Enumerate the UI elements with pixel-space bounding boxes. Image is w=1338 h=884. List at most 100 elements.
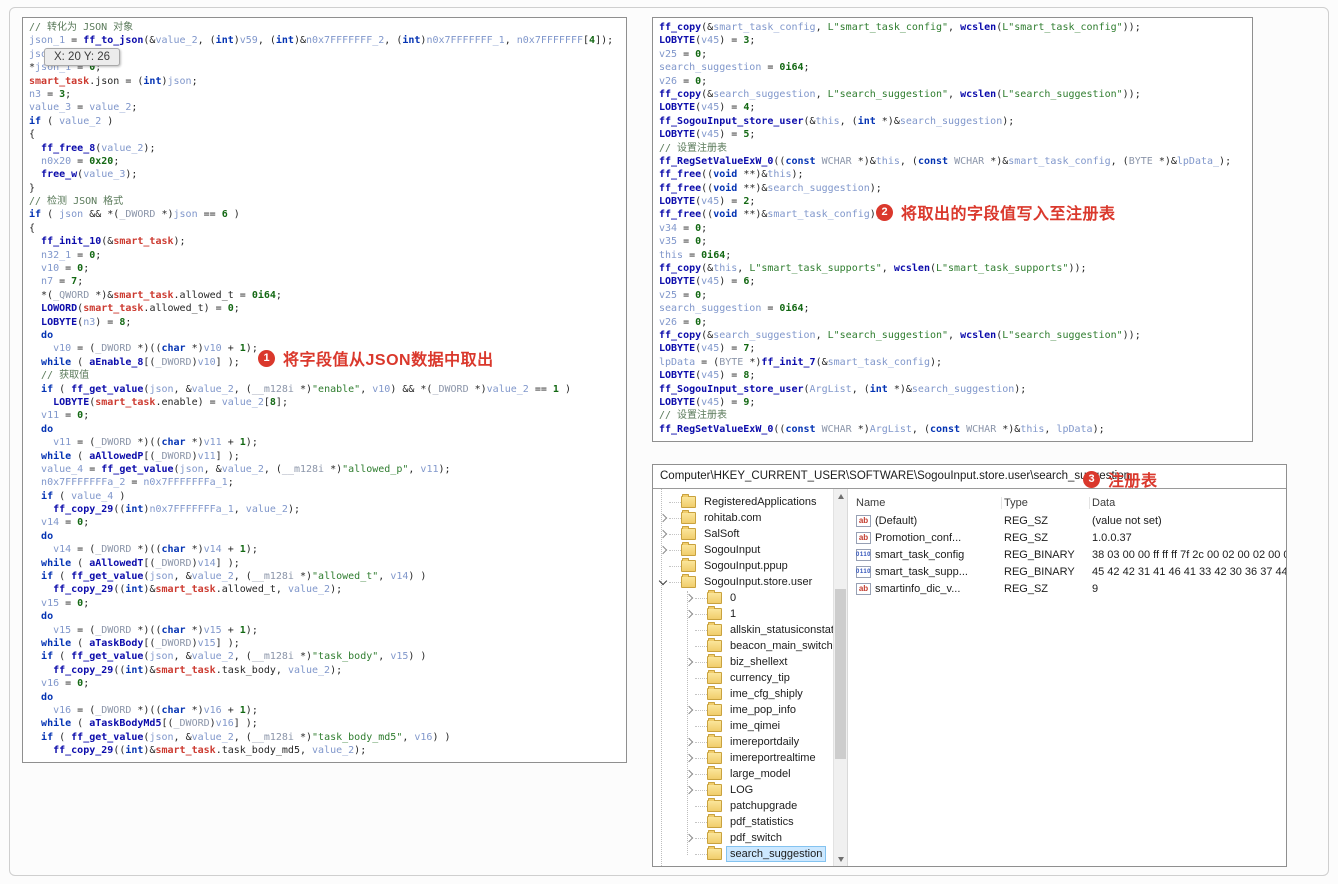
- scrollbar-thumb[interactable]: [835, 589, 846, 759]
- tree-item-pdf_statistics[interactable]: pdf_statistics: [653, 814, 833, 830]
- tree-item-label[interactable]: rohitab.com: [701, 511, 764, 525]
- tree-connector: [695, 613, 707, 615]
- chevron-right-icon[interactable]: [683, 609, 695, 619]
- tree-item-ime_cfg_shiply[interactable]: ime_cfg_shiply: [653, 686, 833, 702]
- tree-item-SogouInput[interactable]: SogouInput: [653, 542, 833, 558]
- tree-item-large_model[interactable]: large_model: [653, 766, 833, 782]
- tree-item-LOG[interactable]: LOG: [653, 782, 833, 798]
- reg-string-icon: ab: [856, 582, 871, 595]
- tree-item-label[interactable]: imereportdaily: [727, 735, 802, 749]
- tree-item-SalSoft[interactable]: SalSoft: [653, 526, 833, 542]
- tree-item-label[interactable]: large_model: [727, 767, 794, 781]
- tree-item-label[interactable]: SogouInput.ppup: [701, 559, 791, 573]
- tree-connector: [695, 741, 707, 743]
- tree-item-label[interactable]: 1: [727, 607, 739, 621]
- tree-item-label[interactable]: ime_cfg_shiply: [727, 687, 806, 701]
- registry-value-row[interactable]: ab Promotion_conf... REG_SZ 1.0.0.37: [856, 529, 1286, 546]
- chevron-right-icon[interactable]: [683, 769, 695, 779]
- tree-item-label[interactable]: RegisteredApplications: [701, 495, 820, 509]
- chevron-down-icon[interactable]: [657, 576, 669, 586]
- tree-item-imereportrealtime[interactable]: imereportrealtime: [653, 750, 833, 766]
- annotation-2-text: 将取出的字段值写入至注册表: [901, 206, 1116, 223]
- code-line: n32_1 = 0;: [41, 249, 102, 261]
- code-line: if ( ff_get_value(json, &value_2, (__m12…: [41, 383, 571, 395]
- tree-item-ime_pop_info[interactable]: ime_pop_info: [653, 702, 833, 718]
- registry-value-row[interactable]: 0110 smart_task_supp... REG_BINARY 45 42 42…: [856, 563, 1286, 580]
- tree-item-pdf_switch[interactable]: pdf_switch: [653, 830, 833, 846]
- pseudocode-view-right[interactable]: ff_copy(&smart_task_config, L"smart_task…: [653, 18, 1252, 441]
- tree-item-label[interactable]: currency_tip: [727, 671, 793, 685]
- tree-item-label[interactable]: SogouInput.store.user: [701, 575, 815, 589]
- tree-item-label[interactable]: imereportrealtime: [727, 751, 819, 765]
- chevron-right-icon[interactable]: [683, 593, 695, 603]
- tree-item-label[interactable]: patchupgrade: [727, 799, 800, 813]
- tree-item-label[interactable]: SogouInput: [701, 543, 763, 557]
- code-line: if ( value_2 ): [29, 115, 114, 127]
- tree-item-label[interactable]: pdf_switch: [727, 831, 785, 845]
- tree-item-label[interactable]: search_suggestion: [725, 846, 827, 862]
- registry-value-row[interactable]: 0110 smart_task_config REG_BINARY 38 03 00 …: [856, 546, 1286, 563]
- tree-item-label[interactable]: allskin_statusiconstatis: [727, 623, 833, 637]
- tree-item-label[interactable]: pdf_statistics: [727, 815, 797, 829]
- tree-item-RegisteredApplications[interactable]: RegisteredApplications: [653, 494, 833, 510]
- tree-item-1[interactable]: 1: [653, 606, 833, 622]
- tree-item-label[interactable]: ime_qimei: [727, 719, 783, 733]
- code-line: lpData = (BYTE *)ff_init_7(&smart_task_c…: [659, 356, 943, 368]
- tree-item-patchupgrade[interactable]: patchupgrade: [653, 798, 833, 814]
- code-line: // 设置注册表: [659, 142, 728, 154]
- tree-item-allskin_statusiconstatis[interactable]: allskin_statusiconstatis: [653, 622, 833, 638]
- tree-item-ime_qimei[interactable]: ime_qimei: [653, 718, 833, 734]
- value-type: REG_SZ: [1004, 531, 1049, 544]
- code-line: {: [29, 222, 36, 234]
- scroll-up-arrow-icon[interactable]: [834, 489, 847, 503]
- decompiler-panel-registry-write: ff_copy(&smart_task_config, L"smart_task…: [652, 17, 1253, 442]
- column-header-name[interactable]: Name: [856, 496, 1002, 509]
- tree-item-search_suggestion[interactable]: search_suggestion: [653, 846, 833, 862]
- column-header-data[interactable]: Data: [1090, 497, 1286, 509]
- tree-item-biz_shellext[interactable]: biz_shellext: [653, 654, 833, 670]
- chevron-right-icon[interactable]: [683, 737, 695, 747]
- reg-string-icon: ab: [856, 531, 871, 544]
- column-header-type[interactable]: Type: [1002, 496, 1090, 509]
- annotation-3-text: 注册表: [1108, 473, 1158, 490]
- tree-item-label[interactable]: SalSoft: [701, 527, 742, 541]
- chevron-right-icon[interactable]: [657, 545, 669, 555]
- value-data: (value not set): [1092, 514, 1162, 527]
- chevron-right-icon[interactable]: [683, 657, 695, 667]
- tree-item-label[interactable]: 0: [727, 591, 739, 605]
- tree-item-SogouInput.ppup[interactable]: SogouInput.ppup: [653, 558, 833, 574]
- pseudocode-view-left[interactable]: // 转化为 JSON 对象 json_1 = ff_to_json(&value…: [23, 18, 626, 762]
- value-name: Promotion_conf...: [875, 531, 962, 544]
- folder-icon: [707, 606, 722, 620]
- tree-item-SogouInput.store.user[interactable]: SogouInput.store.user: [653, 574, 833, 590]
- code-line: while ( aTaskBody[(_DWORD)v15] );: [41, 637, 240, 649]
- tree-item-label[interactable]: biz_shellext: [727, 655, 790, 669]
- scroll-down-arrow-icon[interactable]: [834, 852, 847, 866]
- tree-item-currency_tip[interactable]: currency_tip: [653, 670, 833, 686]
- tree-item-rohitab.com[interactable]: rohitab.com: [653, 510, 833, 526]
- tree-item-label[interactable]: beacon_main_switch: [727, 639, 833, 653]
- tree-item-beacon_main_switch[interactable]: beacon_main_switch: [653, 638, 833, 654]
- registry-address-bar[interactable]: Computer\HKEY_CURRENT_USER\SOFTWARE\Sogo…: [653, 465, 1286, 489]
- chevron-right-icon[interactable]: [657, 529, 669, 539]
- code-line: ff_copy(&smart_task_config, L"smart_task…: [659, 22, 1141, 33]
- code-line: ff_copy_29((int)&smart_task.allowed_t, v…: [53, 584, 343, 596]
- folder-icon: [681, 526, 696, 540]
- tree-item-label[interactable]: LOG: [727, 783, 756, 797]
- tree-connector: [695, 821, 707, 823]
- chevron-right-icon[interactable]: [657, 513, 669, 523]
- value-name: smart_task_supp...: [875, 565, 968, 578]
- code-line: smart_task.json = (int)json;: [29, 75, 198, 87]
- tree-item-label[interactable]: ime_pop_info: [727, 703, 799, 717]
- code-line: LOBYTE(smart_task.enable) = value_2[8];: [53, 396, 288, 408]
- tree-item-0[interactable]: 0: [653, 590, 833, 606]
- chevron-right-icon[interactable]: [683, 785, 695, 795]
- tree-scrollbar[interactable]: [833, 489, 847, 866]
- code-line: v11 = (_DWORD *)((char *)v11 + 1);: [53, 437, 258, 449]
- tree-item-imereportdaily[interactable]: imereportdaily: [653, 734, 833, 750]
- chevron-right-icon[interactable]: [683, 833, 695, 843]
- registry-value-row[interactable]: ab smartinfo_dic_v... REG_SZ 9: [856, 580, 1286, 597]
- registry-value-row[interactable]: ab (Default) REG_SZ (value not set): [856, 512, 1286, 529]
- chevron-right-icon[interactable]: [683, 753, 695, 763]
- chevron-right-icon[interactable]: [683, 705, 695, 715]
